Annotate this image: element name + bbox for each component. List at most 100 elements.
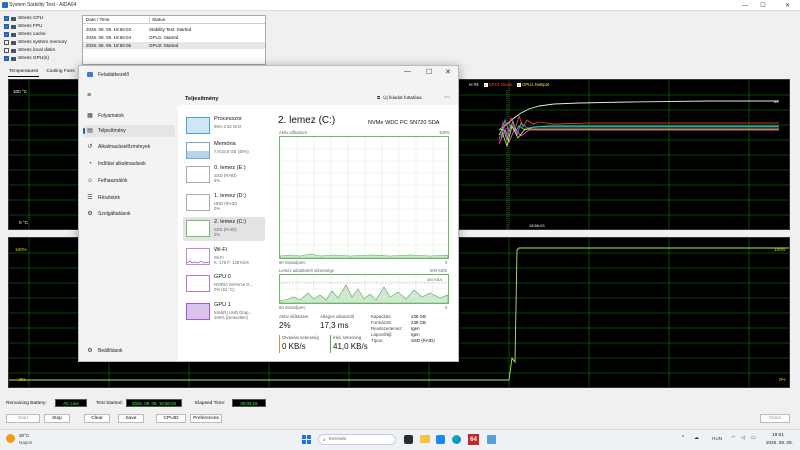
stress-fpu-checkbox[interactable]: ✓ Stress FPU [4,23,43,30]
nav-startup-apps[interactable]: ◔ Indítási alkalmazások [83,158,175,170]
preferences-button[interactable]: Preferences [190,414,222,423]
active-time-max: 100% [439,130,450,135]
log-status: Stability Test: Started [149,27,192,32]
tm-maximize-button[interactable]: ☐ [426,68,432,76]
disk0-thumbnail [186,166,210,183]
nav-details[interactable]: ☰ Részletek [83,192,175,204]
weather-temp[interactable]: 30°C [19,433,29,438]
prop-capacity-key: Kapacitás: [371,314,392,319]
stress-memory-checkbox[interactable]: Stress system memory [4,39,67,46]
checkbox-checked-icon: ✓ [4,32,9,37]
volume-icon[interactable]: ◁ [741,435,745,441]
log-status: GPU1: Started [149,35,179,40]
device-name: Processzor [214,116,242,122]
elapsed-time-label: Elapsed Time: [195,401,226,406]
status-log[interactable]: Date / Time Status 2026. 08. 09. 18:56:0… [82,15,266,65]
remaining-battery-label: Remaining Battery: [6,401,47,406]
legend-gpu1-diode[interactable]: ✓ GPU1 Diode [483,82,512,87]
hamburger-menu-icon[interactable]: ≡ [87,92,91,99]
task-manager-taskbar-icon[interactable] [487,435,496,444]
log-row[interactable]: 2026. 08. 09. 18:56:05 GPU2: Started [83,42,265,49]
nav-settings[interactable]: ⚙ Beállítások [83,345,175,357]
task-view-icon[interactable] [404,435,413,444]
clock-time[interactable]: 19:01 [772,433,784,438]
device-wifi[interactable]: Wi-Fi Wi-Fi K: 176 F: 128 Kb/s [183,245,265,269]
tm-close-button[interactable]: ✕ [445,68,451,76]
device-disk-0[interactable]: 0. lemez (E:) SSD (RAID) 5% [183,163,265,187]
aida64-taskbar-icon[interactable]: 64 [468,434,479,445]
wifi-icon[interactable]: ◠ [731,435,735,441]
edge-browser-icon[interactable] [452,435,461,444]
more-options-icon[interactable]: ⋯ [444,94,450,101]
cpuid-button[interactable]: CPUID [156,414,186,423]
checkbox-checked-icon: ✓ [483,82,488,87]
taskbar-search-input[interactable]: ⌕ Keresés [318,434,396,445]
performance-icon: ▤ [87,128,93,134]
device-disk-2[interactable]: 2. lemez (C:) SSD (RAID) 2% [183,217,265,241]
device-gpu-0[interactable]: GPU 0 NVIDIA GeForce G... 0% (61 °C) [183,272,265,296]
window-title: System Stability Test - AIDA64 [9,2,77,8]
stress-cpu-checkbox[interactable]: ✓ Stress CPU [4,15,43,22]
tm-minimize-button[interactable]: — [404,68,411,75]
weather-desc[interactable]: Napos [19,440,32,445]
device-memory[interactable]: Memória 7,6/15,8 GB (48%) [183,139,265,163]
column-header-date[interactable]: Date / Time [86,17,110,22]
device-sub2: 0% [214,206,221,211]
nav-app-history[interactable]: ↺ Alkalmazáselőzmények [83,141,175,153]
performance-header: Teljesítmény ⧉ Új feladat futtatása ⋯ [179,92,458,106]
usage-value-bottom: 0% [779,377,786,382]
nav-users[interactable]: ☺ Felhasználók [83,175,175,187]
onedrive-cloud-icon[interactable]: ☁ [694,435,699,441]
keyboard-language[interactable]: HUN [712,436,722,441]
column-header-status[interactable]: Status [149,17,165,22]
device-sub2: 5% [214,178,221,183]
search-placeholder: Keresés [328,437,347,442]
disk2-thumbnail [186,220,210,237]
taskbar: 30°C Napos ⌕ Keresés 64 ^ ☁ HUN ◠ ◁ ▭ 19… [0,429,800,450]
device-name: GPU 1 [214,302,231,308]
checkbox-checked-icon: ✓ [4,24,9,29]
clear-button[interactable]: Clear [84,414,110,423]
tray-overflow-icon[interactable]: ^ [682,435,684,441]
cpu-icon [11,16,16,21]
performance-header-title: Teljesítmény [185,96,219,102]
graph-tabs: Temperatures Cooling Fans [8,69,76,77]
nav-label: Részletek [98,195,120,201]
mail-app-icon[interactable] [436,435,445,444]
settings-gear-icon: ⚙ [87,348,93,354]
nav-services[interactable]: ⚙ Szolgáltatások [83,208,175,220]
elapsed-time-value: 00:05:18 [232,399,266,407]
stress-cache-checkbox[interactable]: ✓ Stress cache [4,31,46,38]
tab-temperatures[interactable]: Temperatures [8,69,40,77]
log-row[interactable]: 2026. 08. 09. 18:56:03 Stability Test: St… [83,26,265,33]
log-status: GPU2: Started [149,43,179,48]
device-disk-1[interactable]: 1. lemez (D:) HDD (RAID) 0% [183,191,265,215]
stress-gpu-checkbox[interactable]: ✓ Stress GPU(s) [4,55,49,62]
transfer-mid-label: 400 KB/s [427,278,443,282]
file-explorer-icon[interactable] [420,435,430,443]
start-windows-icon[interactable] [302,435,311,444]
clock-date[interactable]: 2026. 08. 09. [766,440,793,445]
save-button[interactable]: Save [118,414,144,423]
transfer-caption: Lemez adatátviteli sebessége [279,268,335,273]
stress-disks-checkbox[interactable]: Stress local disks [4,47,55,54]
start-button[interactable]: Start [6,414,40,423]
run-new-task-button[interactable]: ⧉ Új feladat futtatása [377,95,422,100]
device-gpu-1[interactable]: GPU 1 Intel(R) UHD Grap... 100% (ismeret… [183,300,265,324]
battery-icon[interactable]: ▭ [751,435,756,441]
minimize-button[interactable]: — [737,0,753,11]
details-icon: ☰ [87,195,93,201]
legend-gpu1-hotspot[interactable]: ✓ GPU1 Hotspot [517,82,549,87]
log-row[interactable]: 2026. 08. 09. 18:56:04 GPU1: Started [83,34,265,41]
stop-button[interactable]: Stop [44,414,70,423]
weather-sun-icon[interactable] [6,434,15,443]
close-button[interactable]: Close [760,414,790,423]
maximize-button[interactable]: ☐ [755,0,771,11]
prop-system-disk-value: Igen [411,326,420,331]
close-window-button[interactable]: ✕ [775,0,800,11]
tab-cooling-fans[interactable]: Cooling Fans [45,69,75,77]
device-cpu[interactable]: Processzor 95% 2,52 GHz [183,114,265,138]
active-time-seconds: 60 másodperc [279,260,306,265]
nav-processes[interactable]: ▦ Folyamatok [83,110,175,122]
nav-performance[interactable]: ▤ Teljesítmény [83,125,175,137]
